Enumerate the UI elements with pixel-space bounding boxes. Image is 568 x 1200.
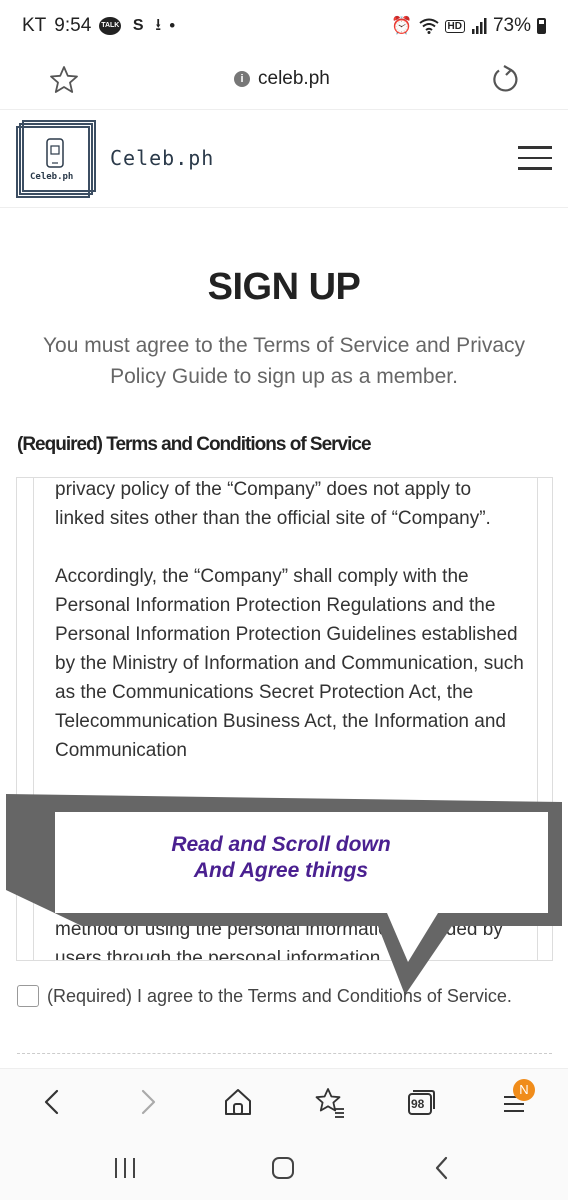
callout-text: Read and Scroll down And Agree things bbox=[56, 832, 506, 884]
home-icon[interactable] bbox=[221, 1085, 255, 1119]
page-title: SIGN UP bbox=[207, 266, 361, 308]
status-left: KT 9:54 TALK S ⭳ • bbox=[22, 12, 175, 41]
recent-apps-icon[interactable] bbox=[110, 1154, 140, 1182]
reload-icon[interactable] bbox=[489, 64, 521, 96]
clock: 9:54 bbox=[54, 15, 92, 36]
talk-icon: TALK bbox=[99, 17, 122, 35]
section-divider bbox=[17, 1053, 552, 1054]
terms-section-title: (Required) Terms and Conditions of Servi… bbox=[17, 434, 372, 455]
agree-terms-label[interactable]: (Required) I agree to the Terms and Cond… bbox=[47, 986, 512, 1007]
terms-paragraph: Accordingly, the “Company” shall comply … bbox=[55, 566, 524, 761]
signal-icon bbox=[471, 18, 487, 34]
alarm-icon: ⏰ bbox=[391, 16, 413, 35]
s-icon: S bbox=[132, 17, 144, 34]
status-bar: KT 9:54 TALK S ⭳ • ⏰ HD 73% bbox=[0, 0, 568, 52]
tabs-button[interactable]: 98 bbox=[406, 1087, 436, 1117]
status-right: ⏰ HD 73% bbox=[391, 15, 546, 37]
agree-terms-row[interactable]: (Required) I agree to the Terms and Cond… bbox=[17, 985, 512, 1007]
system-navigation-bar bbox=[0, 1134, 568, 1200]
agree-terms-checkbox[interactable] bbox=[17, 985, 39, 1007]
menu-icon[interactable] bbox=[518, 146, 552, 172]
callout-bubble bbox=[6, 794, 562, 995]
dot-icon: • bbox=[169, 16, 176, 35]
site-info-icon[interactable]: i bbox=[234, 71, 250, 87]
carrier: KT bbox=[22, 15, 47, 36]
battery-icon bbox=[537, 18, 546, 34]
phone-icon bbox=[46, 138, 64, 168]
battery-percent: 73% bbox=[492, 15, 531, 36]
notification-badge: N bbox=[513, 1079, 535, 1101]
site-name[interactable]: Celeb.ph bbox=[110, 146, 214, 170]
browser-toolbar: 98 N bbox=[0, 1068, 568, 1134]
forward-icon[interactable] bbox=[130, 1085, 164, 1119]
url-text: celeb.ph bbox=[258, 68, 330, 89]
page-description: You must agree to the Terms of Service a… bbox=[42, 334, 526, 388]
address-bar: i celeb.ph bbox=[0, 52, 568, 110]
site-logo[interactable]: Celeb.ph bbox=[16, 120, 96, 198]
download-icon: ⭳ bbox=[155, 14, 162, 34]
back-icon[interactable] bbox=[36, 1085, 70, 1119]
hd-icon: HD bbox=[444, 19, 465, 33]
url-field[interactable]: i celeb.ph bbox=[234, 68, 330, 90]
callout-line-1: Read and Scroll down bbox=[171, 833, 391, 856]
tab-count: 98 bbox=[411, 1097, 425, 1111]
terms-paragraph: privacy policy of the “Company” does not… bbox=[55, 479, 491, 529]
logo-text: Celeb.ph bbox=[30, 172, 74, 182]
terms-text: privacy policy of the “Company” does not… bbox=[55, 478, 525, 794]
bookmark-star-icon[interactable] bbox=[48, 64, 80, 96]
bookmarks-icon[interactable] bbox=[313, 1085, 347, 1119]
site-header: Celeb.ph Celeb.ph bbox=[0, 110, 568, 208]
system-back-icon[interactable] bbox=[428, 1154, 458, 1182]
callout-line-2: And Agree things bbox=[193, 859, 369, 882]
wifi-icon bbox=[418, 18, 439, 34]
home-button-icon[interactable] bbox=[268, 1154, 298, 1182]
